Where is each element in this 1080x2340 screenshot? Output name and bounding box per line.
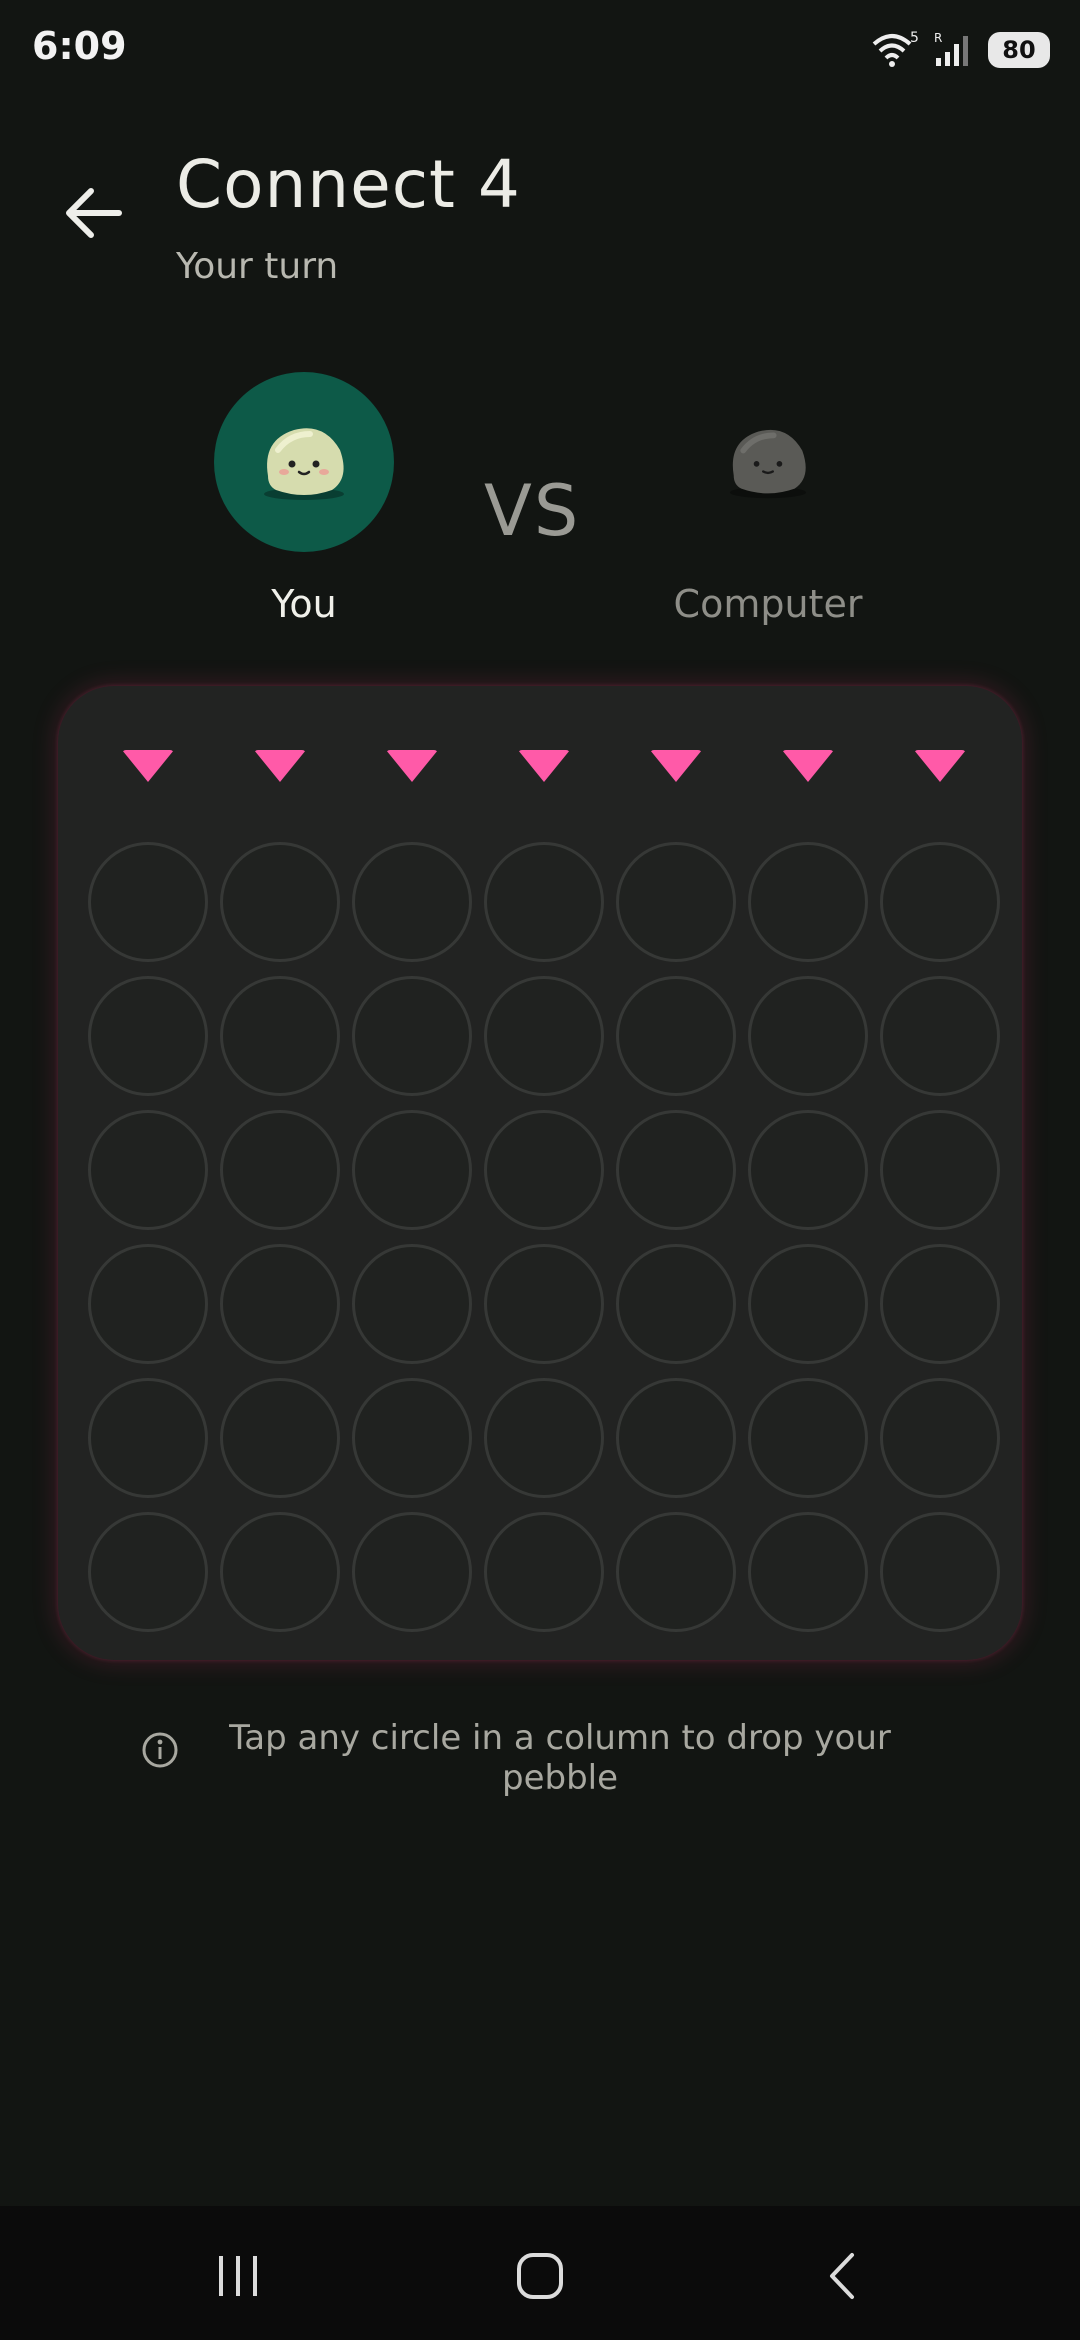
arrow-left-icon: [66, 188, 122, 238]
board-cell-r6-c1[interactable]: [88, 1512, 208, 1632]
board-cell-r5-c2[interactable]: [220, 1378, 340, 1498]
game-board: [58, 686, 1022, 1660]
board-cell-r4-c4[interactable]: [484, 1244, 604, 1364]
drop-arrow-col-4[interactable]: [518, 750, 570, 782]
board-cell-r4-c3[interactable]: [352, 1244, 472, 1364]
page-title: Connect 4: [176, 146, 521, 223]
recents-icon: [219, 2256, 257, 2296]
board-cell-r6-c5[interactable]: [616, 1512, 736, 1632]
board-cell-r2-c4[interactable]: [484, 976, 604, 1096]
drop-arrow-col-3[interactable]: [386, 750, 438, 782]
board-cell-r4-c5[interactable]: [616, 1244, 736, 1364]
computer-label: Computer: [673, 582, 863, 626]
grey-pebble-icon: [729, 429, 807, 499]
board-cell-r3-c6[interactable]: [748, 1110, 868, 1230]
board-grid: [82, 842, 1006, 1632]
computer-avatar: [678, 372, 858, 552]
board-cell-r3-c4[interactable]: [484, 1110, 604, 1230]
back-button[interactable]: [56, 176, 130, 250]
turn-status: Your turn: [176, 246, 339, 287]
info-icon: [142, 1732, 178, 1768]
drop-arrow-col-1[interactable]: [122, 750, 174, 782]
board-cell-r1-c7[interactable]: [880, 842, 1000, 962]
back-chevron-icon: [830, 2253, 854, 2299]
vs-label: VS: [484, 470, 581, 552]
board-cell-r1-c1[interactable]: [88, 842, 208, 962]
board-cell-r5-c3[interactable]: [352, 1378, 472, 1498]
status-time: 6:09: [32, 24, 127, 68]
recents-button[interactable]: [188, 2236, 288, 2316]
wifi-label: 5: [910, 30, 919, 46]
player-computer: Computer: [638, 372, 898, 626]
home-button[interactable]: [490, 2236, 590, 2316]
board-cell-r5-c4[interactable]: [484, 1378, 604, 1498]
you-avatar: [214, 372, 394, 552]
home-icon: [517, 2253, 563, 2299]
nav-back-button[interactable]: [792, 2236, 892, 2316]
board-cell-r2-c6[interactable]: [748, 976, 868, 1096]
board-cell-r2-c2[interactable]: [220, 976, 340, 1096]
battery-indicator: 80: [988, 32, 1050, 68]
signal-icon: R: [934, 31, 968, 66]
board-cell-r2-c1[interactable]: [88, 976, 208, 1096]
board-cell-r3-c5[interactable]: [616, 1110, 736, 1230]
player-you: You: [174, 372, 434, 626]
board-cell-r5-c1[interactable]: [88, 1378, 208, 1498]
board-cell-r5-c5[interactable]: [616, 1378, 736, 1498]
board-cell-r6-c4[interactable]: [484, 1512, 604, 1632]
board-cell-r4-c7[interactable]: [880, 1244, 1000, 1364]
board-cell-r6-c3[interactable]: [352, 1512, 472, 1632]
board-cell-r5-c6[interactable]: [748, 1378, 868, 1498]
board-cell-r1-c3[interactable]: [352, 842, 472, 962]
board-cell-r6-c7[interactable]: [880, 1512, 1000, 1632]
board-cell-r3-c3[interactable]: [352, 1110, 472, 1230]
status-icons: 5 R 80: [870, 30, 1050, 70]
board-cell-r6-c6[interactable]: [748, 1512, 868, 1632]
board-cell-r1-c2[interactable]: [220, 842, 340, 962]
board-cell-r2-c7[interactable]: [880, 976, 1000, 1096]
green-pebble-icon: [264, 428, 344, 500]
board-cell-r1-c5[interactable]: [616, 842, 736, 962]
board-cell-r5-c7[interactable]: [880, 1378, 1000, 1498]
wifi-icon: 5: [872, 30, 919, 67]
hint: Tap any circle in a column to drop your …: [140, 1718, 940, 1798]
board-cell-r1-c6[interactable]: [748, 842, 868, 962]
drop-arrow-col-7[interactable]: [914, 750, 966, 782]
you-label: You: [271, 582, 337, 626]
drop-arrow-col-2[interactable]: [254, 750, 306, 782]
drop-arrow-col-5[interactable]: [650, 750, 702, 782]
board-cell-r4-c2[interactable]: [220, 1244, 340, 1364]
board-cell-r4-c6[interactable]: [748, 1244, 868, 1364]
hint-text: Tap any circle in a column to drop your …: [229, 1718, 891, 1798]
signal-label: R: [934, 31, 942, 45]
board-cell-r3-c1[interactable]: [88, 1110, 208, 1230]
drop-arrow-col-6[interactable]: [782, 750, 834, 782]
board-cell-r6-c2[interactable]: [220, 1512, 340, 1632]
board-cell-r3-c2[interactable]: [220, 1110, 340, 1230]
board-cell-r3-c7[interactable]: [880, 1110, 1000, 1230]
board-cell-r2-c3[interactable]: [352, 976, 472, 1096]
drop-arrows: [82, 750, 1006, 782]
nav-bar: [0, 2206, 1080, 2340]
status-bar: 6:09 5 R 80: [0, 0, 1080, 100]
board-cell-r1-c4[interactable]: [484, 842, 604, 962]
board-cell-r2-c5[interactable]: [616, 976, 736, 1096]
board-cell-r4-c1[interactable]: [88, 1244, 208, 1364]
